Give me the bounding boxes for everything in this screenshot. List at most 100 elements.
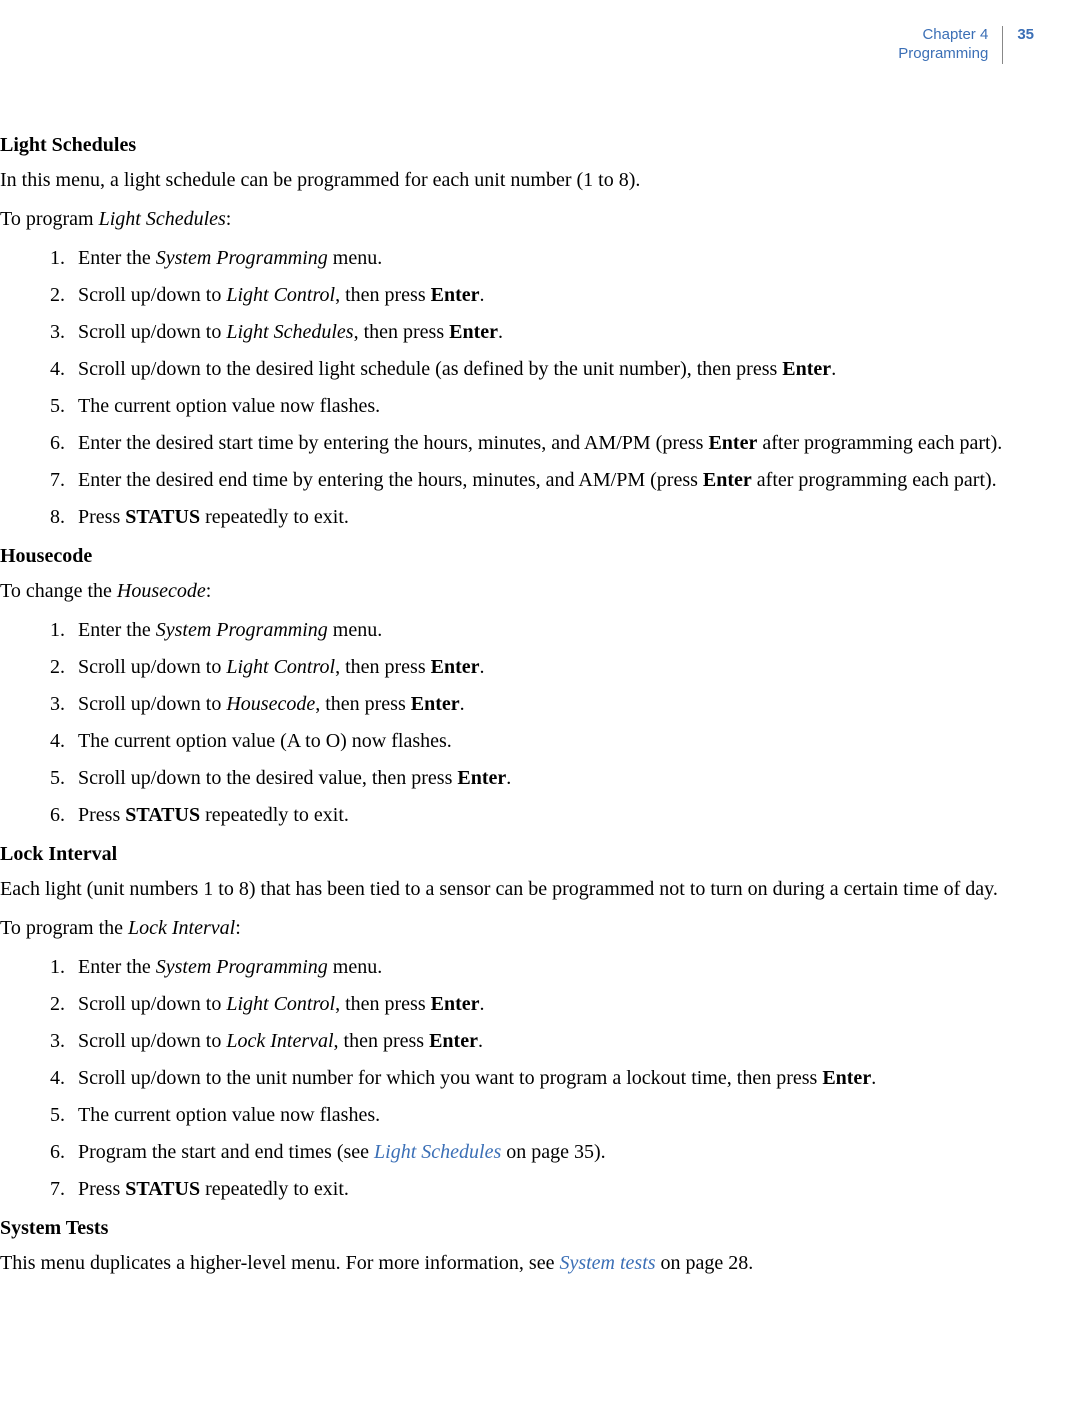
text: To change the xyxy=(0,580,117,602)
section3-intro: Each light (unit numbers 1 to 8) that ha… xyxy=(0,876,1034,903)
page-header: Chapter 4 Programming 35 xyxy=(0,26,1034,64)
text: Enter the desired end time by entering t… xyxy=(78,469,703,491)
list-item: Scroll up/down to the desired light sche… xyxy=(70,356,1034,383)
section2-lead: To change the Housecode: xyxy=(0,578,1034,605)
section-heading-system-tests: System Tests xyxy=(0,1217,1034,1240)
link-light-schedules[interactable]: Light Schedules xyxy=(374,1141,501,1163)
text-emphasis: System Programming xyxy=(156,619,328,641)
text-bold: Enter xyxy=(703,469,752,491)
text: Scroll up/down to xyxy=(78,993,226,1015)
list-item: Scroll up/down to Light Control, then pr… xyxy=(70,654,1034,681)
text-bold: Enter xyxy=(782,358,831,380)
text: Enter the desired start time by entering… xyxy=(78,432,708,454)
header-chapter-line: Chapter 4 xyxy=(898,26,988,45)
list-item: Enter the System Programming menu. xyxy=(70,245,1034,272)
section3-steps: Enter the System Programming menu. Scrol… xyxy=(0,954,1034,1203)
text-bold: Enter xyxy=(429,1030,478,1052)
list-item: Enter the System Programming menu. xyxy=(70,954,1034,981)
list-item: Scroll up/down to the unit number for wh… xyxy=(70,1065,1034,1092)
text: This menu duplicates a higher-level menu… xyxy=(0,1252,559,1274)
header-chapter-block: Chapter 4 Programming xyxy=(898,26,1002,64)
text: , then press xyxy=(354,321,450,343)
text-emphasis: Light Control xyxy=(226,993,335,1015)
text: To program xyxy=(0,208,99,230)
text: Enter the xyxy=(78,956,156,978)
text: Scroll up/down to the desired value, the… xyxy=(78,767,457,789)
section4-body: This menu duplicates a higher-level menu… xyxy=(0,1250,1034,1277)
text: , then press xyxy=(335,656,431,678)
text: Scroll up/down to xyxy=(78,1030,226,1052)
text: . xyxy=(498,321,503,343)
section-heading-housecode: Housecode xyxy=(0,545,1034,568)
text: Scroll up/down to xyxy=(78,284,226,306)
list-item: Program the start and end times (see Lig… xyxy=(70,1139,1034,1166)
text-emphasis: Housecode xyxy=(117,580,206,602)
text: : xyxy=(235,917,241,939)
text: . xyxy=(460,693,465,715)
text: repeatedly to exit. xyxy=(200,1178,349,1200)
text: repeatedly to exit. xyxy=(200,506,349,528)
text-bold: STATUS xyxy=(125,1178,200,1200)
text: . xyxy=(831,358,836,380)
text: Scroll up/down to xyxy=(78,693,226,715)
text-emphasis: Light Schedules xyxy=(226,321,353,343)
text: Enter the xyxy=(78,247,156,269)
list-item: Press STATUS repeatedly to exit. xyxy=(70,1176,1034,1203)
text-emphasis: Light Control xyxy=(226,656,335,678)
text: Press xyxy=(78,804,125,826)
text: menu. xyxy=(328,247,382,269)
text-bold: Enter xyxy=(431,993,480,1015)
list-item: Press STATUS repeatedly to exit. xyxy=(70,504,1034,531)
section-heading-light-schedules: Light Schedules xyxy=(0,134,1034,157)
section3-lead: To program the Lock Interval: xyxy=(0,915,1034,942)
text-emphasis: System Programming xyxy=(156,956,328,978)
text: Program the start and end times (see xyxy=(78,1141,374,1163)
text-emphasis: Light Control xyxy=(226,284,335,306)
text-emphasis: System Programming xyxy=(156,247,328,269)
text: . xyxy=(480,656,485,678)
list-item: The current option value (A to O) now fl… xyxy=(70,728,1034,755)
text: Scroll up/down to the desired light sche… xyxy=(78,358,782,380)
text: , then press xyxy=(315,693,411,715)
text: Scroll up/down to xyxy=(78,321,226,343)
list-item: Scroll up/down to the desired value, the… xyxy=(70,765,1034,792)
section2-steps: Enter the System Programming menu. Scrol… xyxy=(0,617,1034,829)
document-page: Chapter 4 Programming 35 Light Schedules… xyxy=(0,0,1068,1329)
header-subtitle: Programming xyxy=(898,45,988,64)
text: : xyxy=(226,208,232,230)
text: menu. xyxy=(328,619,382,641)
text: . xyxy=(478,1030,483,1052)
text-bold: STATUS xyxy=(125,804,200,826)
header-page-number: 35 xyxy=(1003,26,1034,64)
text: on page 35). xyxy=(501,1141,605,1163)
text: , then press xyxy=(335,284,431,306)
text-bold: Enter xyxy=(449,321,498,343)
section1-steps: Enter the System Programming menu. Scrol… xyxy=(0,245,1034,531)
text-emphasis: Housecode xyxy=(226,693,315,715)
list-item: Scroll up/down to Lock Interval, then pr… xyxy=(70,1028,1034,1055)
text: Press xyxy=(78,506,125,528)
list-item: Scroll up/down to Light Control, then pr… xyxy=(70,282,1034,309)
section1-lead: To program Light Schedules: xyxy=(0,206,1034,233)
list-item: Enter the System Programming menu. xyxy=(70,617,1034,644)
text: after programming each part). xyxy=(757,432,1002,454)
text: Scroll up/down to the unit number for wh… xyxy=(78,1067,822,1089)
text-bold: Enter xyxy=(411,693,460,715)
text: . xyxy=(480,284,485,306)
list-item: The current option value now flashes. xyxy=(70,1102,1034,1129)
section-heading-lock-interval: Lock Interval xyxy=(0,843,1034,866)
text: menu. xyxy=(328,956,382,978)
text: . xyxy=(871,1067,876,1089)
text: . xyxy=(480,993,485,1015)
section1-intro: In this menu, a light schedule can be pr… xyxy=(0,167,1034,194)
text: after programming each part). xyxy=(752,469,997,491)
text-bold: Enter xyxy=(457,767,506,789)
text: : xyxy=(206,580,212,602)
list-item: Enter the desired start time by entering… xyxy=(70,430,1034,457)
text: repeatedly to exit. xyxy=(200,804,349,826)
list-item: Scroll up/down to Light Control, then pr… xyxy=(70,991,1034,1018)
text-emphasis: Lock Interval xyxy=(226,1030,333,1052)
text: , then press xyxy=(334,1030,430,1052)
text: . xyxy=(506,767,511,789)
link-system-tests[interactable]: System tests xyxy=(559,1252,655,1274)
